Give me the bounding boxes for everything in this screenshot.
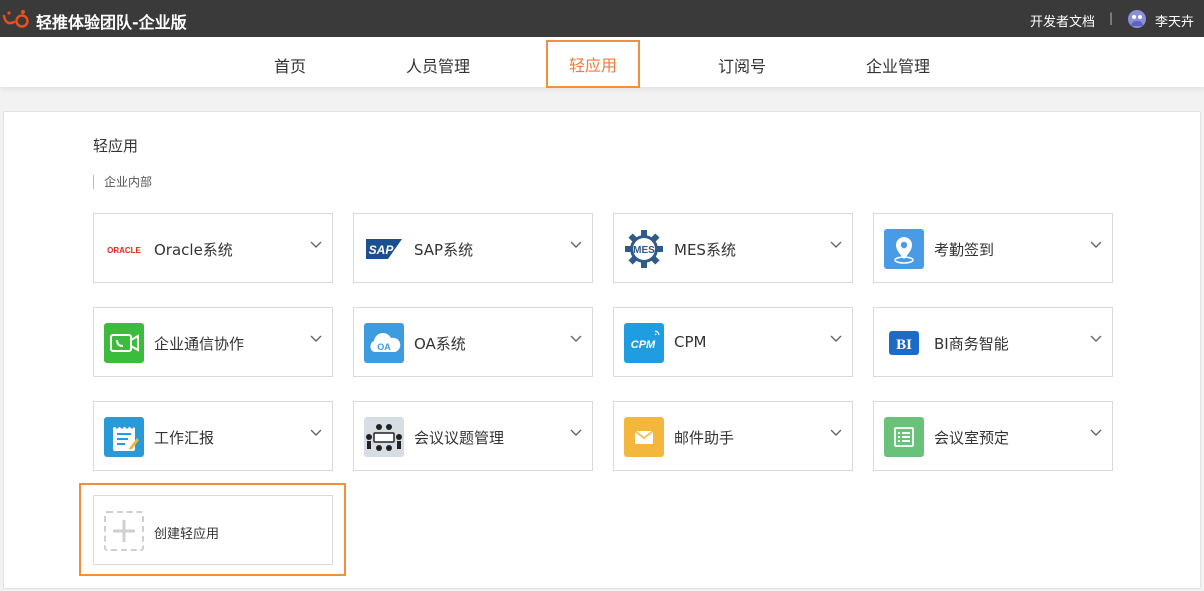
app-label: 企业通信协作 xyxy=(154,335,245,353)
chevron-down-icon[interactable] xyxy=(570,335,582,343)
app-logo-icon xyxy=(2,10,29,28)
svg-text:OA: OA xyxy=(377,342,391,352)
app-card-sap[interactable]: SAP SAP系统 xyxy=(353,213,593,283)
developer-docs-link[interactable]: 开发者文档 xyxy=(1030,11,1095,30)
create-light-app-button[interactable]: 创建轻应用 xyxy=(93,495,333,565)
app-card-oracle[interactable]: ORACLE Oracle系统 xyxy=(93,213,333,283)
app-label: MES系统 xyxy=(674,241,736,259)
cpm-icon: CPM xyxy=(624,323,664,363)
chevron-down-icon[interactable] xyxy=(570,429,582,437)
nav-item-light-apps[interactable]: 轻应用 xyxy=(569,52,617,76)
app-label: 会议室预定 xyxy=(934,429,1010,447)
nav-item-subscriptions[interactable]: 订阅号 xyxy=(718,53,766,77)
chevron-down-icon[interactable] xyxy=(310,241,322,249)
app-label: 会议议题管理 xyxy=(414,429,505,447)
app-card-meeting-topics[interactable]: 会议议题管理 xyxy=(353,401,593,471)
app-label: Oracle系统 xyxy=(154,241,233,259)
app-label: OA系统 xyxy=(414,335,466,353)
svg-text:ORACLE: ORACLE xyxy=(107,246,141,255)
video-call-icon xyxy=(104,323,144,363)
chevron-down-icon[interactable] xyxy=(830,241,842,249)
app-card-cpm[interactable]: CPM CPM xyxy=(613,307,853,377)
section-title: 轻应用 xyxy=(93,137,139,155)
app-label: SAP系统 xyxy=(414,241,474,259)
app-label: 工作汇报 xyxy=(154,429,215,447)
chevron-down-icon[interactable] xyxy=(310,429,322,437)
app-title: 轻推体验团队-企业版 xyxy=(36,13,187,32)
app-card-work-report[interactable]: 工作汇报 xyxy=(93,401,333,471)
oracle-logo-icon: ORACLE xyxy=(104,229,144,269)
app-card-mail-assistant[interactable]: 邮件助手 xyxy=(613,401,853,471)
app-label: 邮件助手 xyxy=(674,429,735,447)
svg-text:BI: BI xyxy=(896,337,912,353)
app-card-meeting-room[interactable]: 会议室预定 xyxy=(873,401,1113,471)
oa-cloud-icon: OA xyxy=(364,323,404,363)
nav-item-home[interactable]: 首页 xyxy=(274,53,306,77)
main-nav: 首页 人员管理 轻应用 订阅号 企业管理 xyxy=(0,37,1204,88)
app-label: 考勤签到 xyxy=(934,241,995,259)
mes-gear-icon: MES xyxy=(624,229,664,269)
app-card-oa[interactable]: OA OA系统 xyxy=(353,307,593,377)
location-pin-icon xyxy=(884,229,924,269)
notepad-icon xyxy=(104,417,144,457)
svg-text:MES: MES xyxy=(633,245,655,256)
app-label: BI商务智能 xyxy=(934,335,1009,353)
plus-icon xyxy=(104,511,144,551)
top-bar: 轻推体验团队-企业版 开发者文档 | 李天卉 xyxy=(0,0,1204,37)
app-card-attendance[interactable]: 考勤签到 xyxy=(873,213,1113,283)
app-card-communication[interactable]: 企业通信协作 xyxy=(93,307,333,377)
nav-item-people[interactable]: 人员管理 xyxy=(406,53,470,77)
meeting-table-icon xyxy=(364,417,404,457)
app-card-mes[interactable]: MES MES系统 xyxy=(613,213,853,283)
svg-text:SAP: SAP xyxy=(369,243,395,257)
svg-text:CPM: CPM xyxy=(631,339,656,351)
topbar-separator: | xyxy=(1109,11,1114,25)
nav-item-enterprise[interactable]: 企业管理 xyxy=(866,53,930,77)
user-name[interactable]: 李天卉 xyxy=(1155,11,1194,30)
bi-icon: BI xyxy=(884,323,924,363)
chevron-down-icon[interactable] xyxy=(310,335,322,343)
group-label: 企业内部 xyxy=(93,175,152,189)
checklist-icon xyxy=(884,417,924,457)
chevron-down-icon[interactable] xyxy=(830,335,842,343)
chevron-down-icon[interactable] xyxy=(570,241,582,249)
create-app-label: 创建轻应用 xyxy=(154,527,220,542)
app-card-bi[interactable]: BI BI商务智能 xyxy=(873,307,1113,377)
chevron-down-icon[interactable] xyxy=(1090,241,1102,249)
avatar[interactable] xyxy=(1128,10,1146,28)
app-label: CPM xyxy=(674,333,707,351)
sap-logo-icon: SAP xyxy=(364,229,404,269)
chevron-down-icon[interactable] xyxy=(1090,335,1102,343)
envelope-icon xyxy=(624,417,664,457)
chevron-down-icon[interactable] xyxy=(830,429,842,437)
chevron-down-icon[interactable] xyxy=(1090,429,1102,437)
